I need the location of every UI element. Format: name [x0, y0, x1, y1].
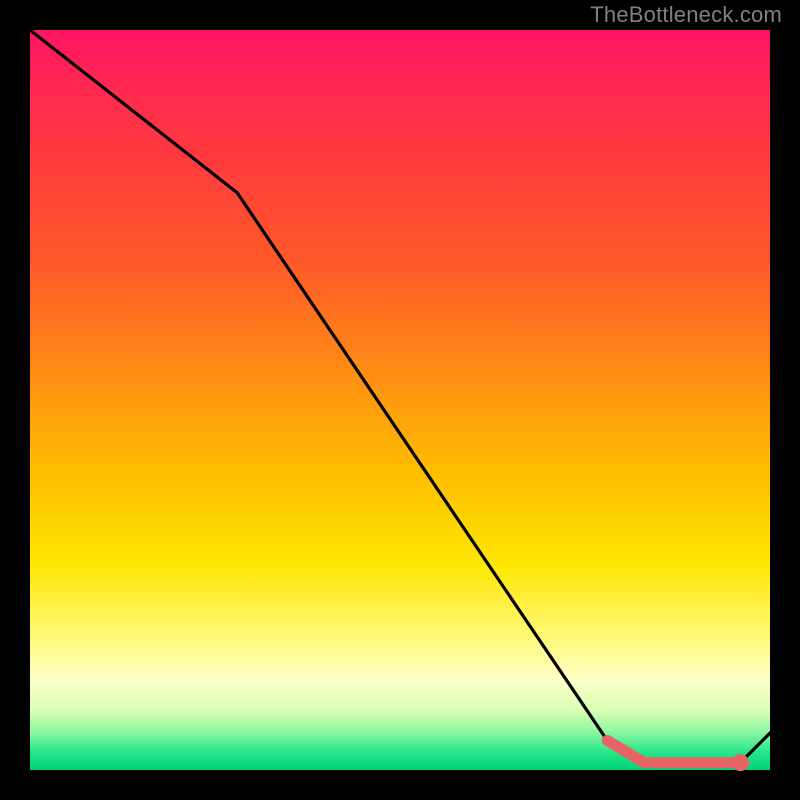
plot-area [30, 30, 770, 770]
chart-container: TheBottleneck.com [0, 0, 800, 800]
optimal-range-marker [607, 740, 740, 762]
bottleneck-curve [30, 30, 770, 763]
attribution-text: TheBottleneck.com [590, 2, 782, 28]
line-chart-svg [30, 30, 770, 770]
optimal-point-marker [732, 754, 749, 771]
